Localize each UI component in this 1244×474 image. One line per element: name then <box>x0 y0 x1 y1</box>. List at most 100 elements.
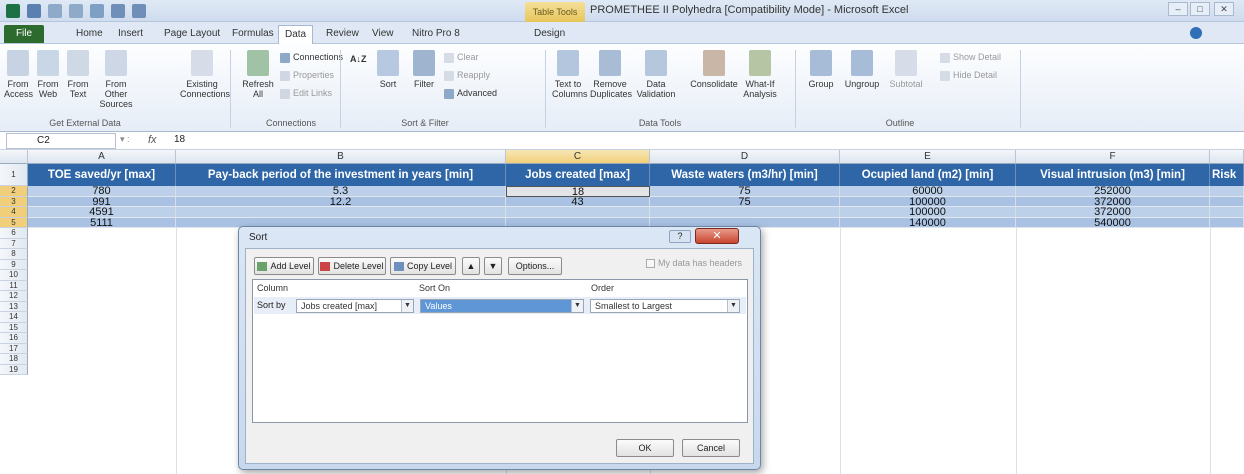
table-cell[interactable]: 140000 <box>840 217 1016 228</box>
sort-level-row[interactable]: Sort by Jobs created [max] ▼ Values ▼ Smal… <box>254 297 746 314</box>
advanced-filter-button[interactable]: Advanced <box>444 88 497 99</box>
row-header[interactable]: 1 <box>0 164 28 186</box>
subtotal-button[interactable]: Subtotal <box>888 50 924 89</box>
table-header-cell[interactable]: Risk <box>1210 164 1244 186</box>
table-cell[interactable]: 991 <box>28 196 176 207</box>
namebox-dropdown-icon[interactable]: ▾ : <box>120 134 142 148</box>
ungroup-button[interactable]: Ungroup <box>842 50 882 89</box>
save-icon[interactable] <box>27 4 42 18</box>
row-header[interactable]: 4 <box>0 207 28 218</box>
column-select[interactable]: Jobs created [max] ▼ <box>296 299 414 313</box>
move-down-button[interactable]: ▼ <box>484 257 502 275</box>
table-cell[interactable]: 5.3 <box>176 186 506 197</box>
clear-filter-button[interactable]: Clear <box>444 52 479 63</box>
existing-connections-button[interactable]: Existing Connections <box>180 50 230 99</box>
help-icon[interactable] <box>1190 27 1202 39</box>
table-cell[interactable] <box>1210 196 1244 207</box>
table-cell[interactable] <box>506 207 650 218</box>
table-cell[interactable] <box>1210 207 1244 218</box>
move-up-button[interactable]: ▲ <box>462 257 480 275</box>
row-header[interactable]: 8 <box>0 249 28 260</box>
row-header[interactable]: 12 <box>0 291 28 302</box>
table-cell[interactable] <box>176 207 506 218</box>
options-button[interactable]: Options... <box>508 257 562 275</box>
tab-data[interactable]: Data <box>278 25 314 44</box>
tab-review[interactable]: Review <box>320 25 365 44</box>
active-cell[interactable]: 18 <box>506 186 650 197</box>
copy-level-button[interactable]: Copy Level <box>390 257 456 275</box>
table-cell[interactable]: 60000 <box>840 186 1016 197</box>
row-header[interactable]: 19 <box>0 364 28 375</box>
col-header-f[interactable]: F <box>1016 150 1210 164</box>
redo-icon[interactable] <box>69 4 84 18</box>
table-header-cell[interactable]: Pay-back period of the investment in yea… <box>176 164 506 186</box>
table-cell[interactable]: 43 <box>506 196 650 207</box>
filter-button[interactable]: Filter <box>410 50 438 89</box>
tab-formulas[interactable]: Formulas <box>226 25 280 44</box>
from-access-button[interactable]: From Access <box>4 50 33 99</box>
row-header[interactable]: 14 <box>0 312 28 323</box>
delete-level-button[interactable]: Delete Level <box>318 257 386 275</box>
table-cell[interactable]: 75 <box>650 196 840 207</box>
row-header[interactable]: 2 <box>0 186 28 197</box>
tab-home[interactable]: Home <box>70 25 109 44</box>
refresh-all-button[interactable]: Refresh All <box>242 50 274 99</box>
table-cell[interactable]: 540000 <box>1016 217 1210 228</box>
tab-insert[interactable]: Insert <box>112 25 149 44</box>
minimize-button[interactable]: – <box>1168 2 1188 16</box>
what-if-analysis-button[interactable]: What-If Analysis <box>742 50 778 99</box>
select-all-corner[interactable] <box>0 150 28 164</box>
remove-duplicates-button[interactable]: Remove Duplicates <box>590 50 632 99</box>
checkbox-box[interactable] <box>646 259 655 269</box>
row-header[interactable]: 9 <box>0 259 28 270</box>
order-select[interactable]: Smallest to Largest ▼ <box>590 299 740 313</box>
edit-links-button[interactable]: Edit Links <box>280 88 332 99</box>
table-cell[interactable]: 372000 <box>1016 207 1210 218</box>
add-level-button[interactable]: Add Level <box>254 257 314 275</box>
table-header-cell[interactable]: Visual intrusion (m3) [min] <box>1016 164 1210 186</box>
table-cell[interactable] <box>1210 217 1244 228</box>
data-validation-button[interactable]: Data Validation <box>636 50 676 99</box>
tab-file[interactable]: File <box>4 25 44 43</box>
chart-quick-icon[interactable] <box>132 4 147 18</box>
table-cell[interactable]: 372000 <box>1016 196 1210 207</box>
col-header-d[interactable]: D <box>650 150 840 164</box>
row-header[interactable]: 3 <box>0 196 28 207</box>
row-header[interactable]: 10 <box>0 270 28 281</box>
hide-detail-button[interactable]: Hide Detail <box>940 70 997 81</box>
table-cell[interactable]: 12.2 <box>176 196 506 207</box>
reapply-button[interactable]: Reapply <box>444 70 490 81</box>
row-header[interactable]: 5 <box>0 217 28 228</box>
from-text-button[interactable]: From Text <box>64 50 92 99</box>
table-cell[interactable]: 252000 <box>1016 186 1210 197</box>
text-to-columns-button[interactable]: Text to Columns <box>552 50 588 99</box>
maximize-button[interactable]: □ <box>1190 2 1210 16</box>
close-window-button[interactable]: ✕ <box>1214 2 1234 16</box>
properties-button[interactable]: Properties <box>280 70 334 81</box>
name-box[interactable]: C2 <box>6 133 116 149</box>
sort-button[interactable]: Sort <box>374 50 402 89</box>
table-quick-icon[interactable] <box>111 4 126 18</box>
row-header[interactable]: 17 <box>0 343 28 354</box>
dialog-help-button[interactable]: ? <box>669 230 691 243</box>
table-header-cell[interactable]: Waste waters (m3/hr) [min] <box>650 164 840 186</box>
table-header-cell[interactable]: Ocupied land (m2) [min] <box>840 164 1016 186</box>
table-cell[interactable] <box>650 207 840 218</box>
table-header-cell[interactable]: TOE saved/yr [max] <box>28 164 176 186</box>
insert-function-icon[interactable]: fx <box>148 134 157 146</box>
table-cell[interactable]: 100000 <box>840 207 1016 218</box>
show-detail-button[interactable]: Show Detail <box>940 52 1001 63</box>
row-header[interactable]: 7 <box>0 238 28 249</box>
my-data-has-headers-checkbox[interactable]: My data has headers <box>646 258 742 269</box>
group-button[interactable]: Group <box>806 50 836 89</box>
row-header[interactable]: 13 <box>0 301 28 312</box>
dialog-close-button[interactable]: ✕ <box>695 228 739 244</box>
tab-nitro[interactable]: Nitro Pro 8 <box>406 25 466 44</box>
row-header[interactable]: 16 <box>0 333 28 344</box>
tab-page-layout[interactable]: Page Layout <box>158 25 226 44</box>
row-header[interactable]: 18 <box>0 354 28 365</box>
row-header[interactable]: 6 <box>0 228 28 239</box>
col-header-e[interactable]: E <box>840 150 1016 164</box>
tab-view[interactable]: View <box>366 25 400 44</box>
consolidate-button[interactable]: Consolidate <box>690 50 738 89</box>
